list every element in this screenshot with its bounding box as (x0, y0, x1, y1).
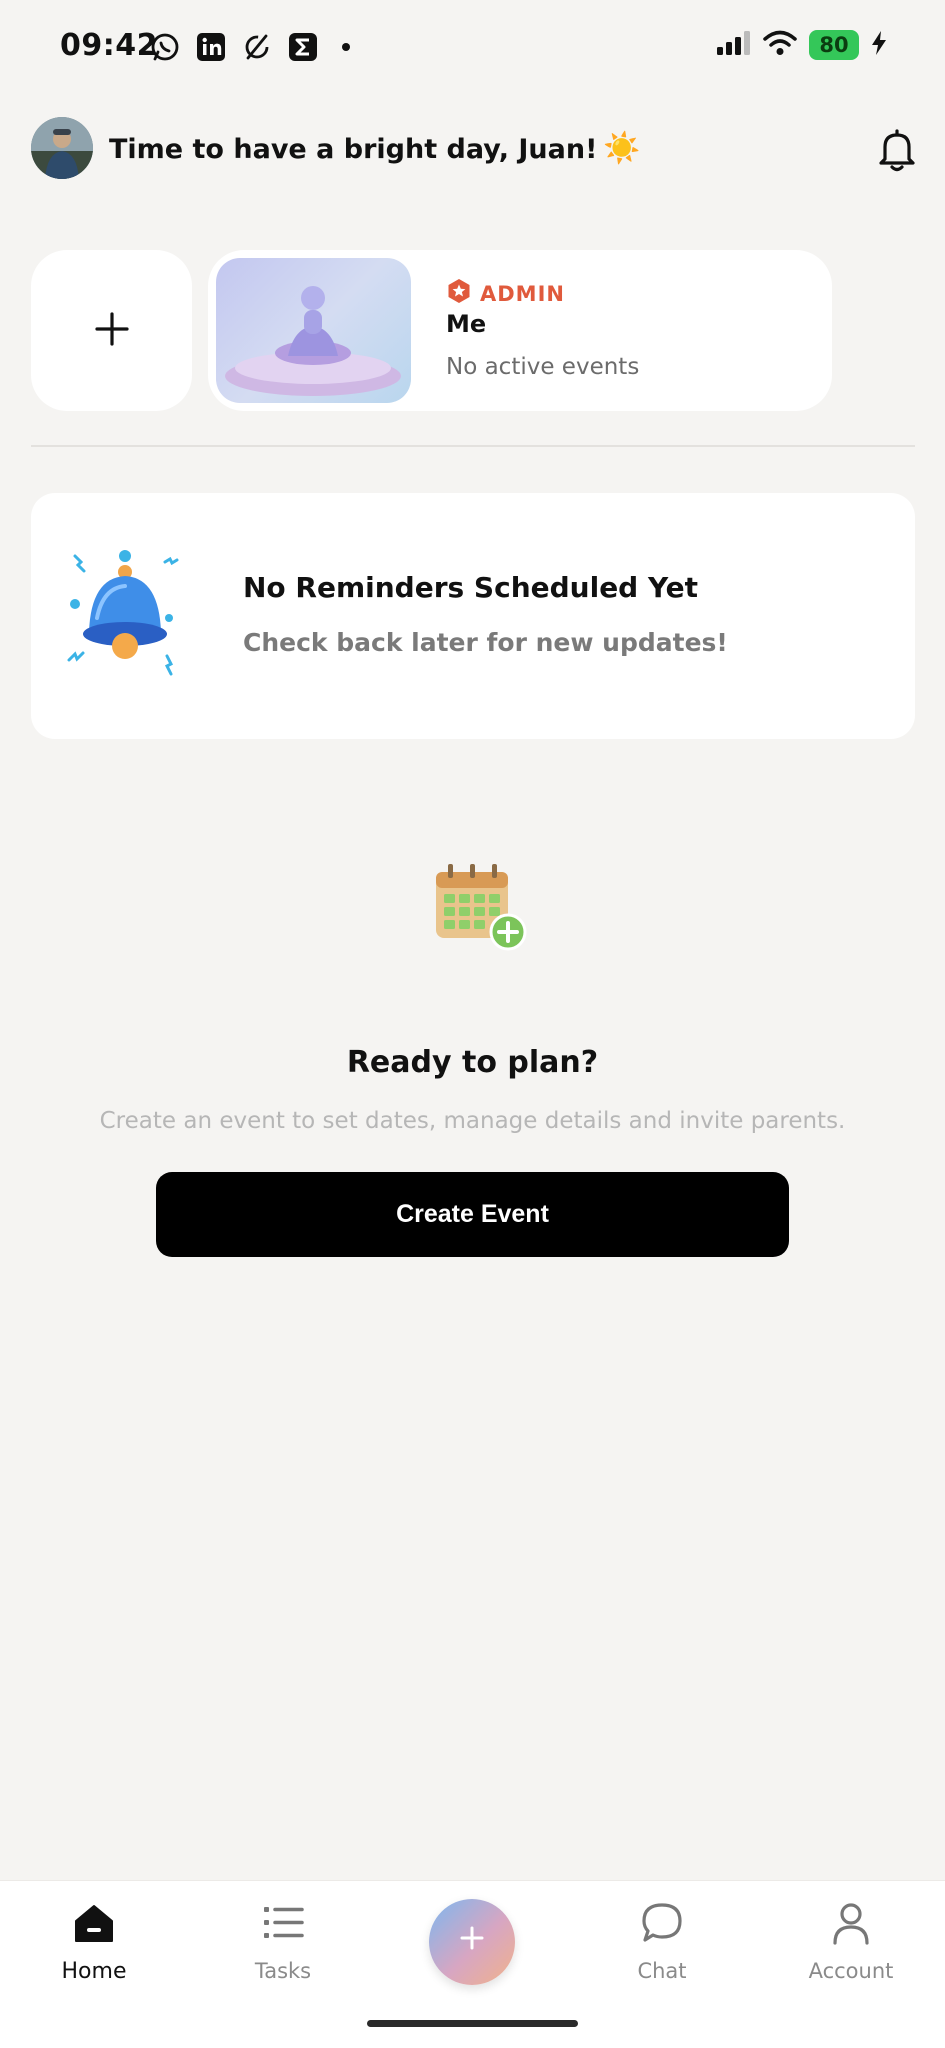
quick-add-button[interactable] (429, 1899, 515, 1985)
group-thumbnail (216, 258, 411, 403)
group-status: No active events (446, 354, 640, 380)
status-time: 09:42 (60, 28, 158, 63)
cellular-signal-icon (717, 31, 751, 59)
status-bar: 09:42 80 (0, 0, 945, 96)
sync-icon (240, 30, 274, 64)
add-group-button[interactable] (31, 250, 192, 411)
group-name: Me (446, 310, 487, 338)
sun-emoji: ☀️ (603, 131, 641, 166)
chat-icon (638, 1899, 686, 1947)
plus-icon (94, 311, 130, 351)
nav-label-account: Account (808, 1959, 894, 1983)
reminders-title: No Reminders Scheduled Yet (243, 571, 699, 604)
avatar[interactable] (31, 117, 93, 179)
nav-item-account[interactable]: Account (781, 1899, 921, 1983)
calendar-add-icon (432, 862, 528, 954)
role-label: ADMIN (480, 281, 565, 306)
whatsapp-icon (148, 30, 182, 64)
battery-level: 80 (809, 30, 859, 60)
group-card-me[interactable]: ADMIN Me No active events (208, 250, 832, 411)
nav-label-tasks: Tasks (254, 1959, 312, 1983)
home-header: Time to have a bright day, Juan! ☀️ (31, 117, 921, 183)
nav-label-home: Home (61, 1959, 127, 1984)
create-event-button[interactable]: Create Event (156, 1172, 789, 1257)
bell-illustration-icon (61, 548, 191, 683)
wifi-icon (763, 30, 797, 60)
notification-dot (342, 43, 350, 51)
linkedin-icon (194, 30, 228, 64)
section-divider (31, 445, 915, 447)
charging-bolt-icon (871, 31, 887, 59)
home-indicator (367, 2020, 578, 2027)
home-icon (70, 1899, 118, 1947)
nav-item-home[interactable]: Home (24, 1899, 164, 1984)
admin-shield-icon (446, 278, 472, 309)
notifications-button[interactable] (873, 125, 921, 173)
person-icon (827, 1899, 875, 1947)
sigma-icon (286, 30, 320, 64)
plus-icon (458, 1924, 486, 1960)
status-app-icons (148, 30, 350, 64)
reminders-subtitle: Check back later for new updates! (243, 628, 728, 657)
nav-item-tasks[interactable]: Tasks (213, 1899, 353, 1983)
greeting-text: Time to have a bright day, Juan! ☀️ (109, 131, 641, 166)
admin-badge: ADMIN (446, 278, 565, 309)
nav-label-chat: Chat (637, 1959, 687, 1983)
nav-item-chat[interactable]: Chat (592, 1899, 732, 1983)
empty-state-title: Ready to plan? (346, 1045, 599, 1080)
greeting-message: Time to have a bright day, Juan! (109, 134, 598, 165)
status-indicators: 80 (717, 30, 887, 60)
empty-state-subtitle: Create an event to set dates, manage det… (99, 1108, 846, 1134)
reminders-card: No Reminders Scheduled Yet Check back la… (31, 493, 915, 739)
list-icon (259, 1899, 307, 1947)
bell-icon (873, 129, 921, 177)
